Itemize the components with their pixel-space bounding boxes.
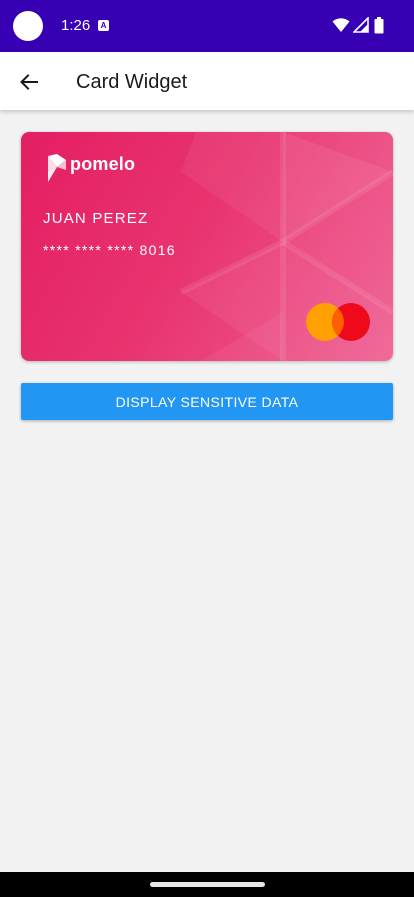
app-bar: Card Widget [0, 52, 414, 110]
mastercard-logo [306, 303, 370, 341]
home-gesture-handle[interactable] [150, 882, 265, 887]
status-icons [332, 17, 392, 35]
wifi-icon [332, 18, 350, 32]
back-button[interactable] [16, 69, 42, 95]
status-bar: 1:26 A [0, 0, 414, 52]
notification-icon: A [98, 20, 109, 31]
camera-cutout [13, 11, 43, 41]
battery-icon [374, 17, 384, 34]
signal-icon [353, 17, 369, 33]
navigation-bar [0, 872, 414, 897]
pomelo-logo-mark [48, 154, 66, 182]
display-sensitive-data-button[interactable]: DISPLAY SENSITIVE DATA [21, 383, 393, 420]
card-holder-name: JUAN PEREZ [43, 210, 149, 227]
page-title: Card Widget [76, 71, 188, 93]
credit-card: pomelo JUAN PEREZ **** **** **** 8016 [21, 132, 393, 361]
screen: 1:26 A Card Widget pomelo JUAN PEREZ ***… [0, 0, 414, 897]
card-number: **** **** **** 8016 [43, 242, 176, 258]
brand-name: pomelo [70, 154, 136, 174]
status-time: 1:26 [61, 17, 91, 34]
arrow-back-icon [20, 74, 38, 90]
